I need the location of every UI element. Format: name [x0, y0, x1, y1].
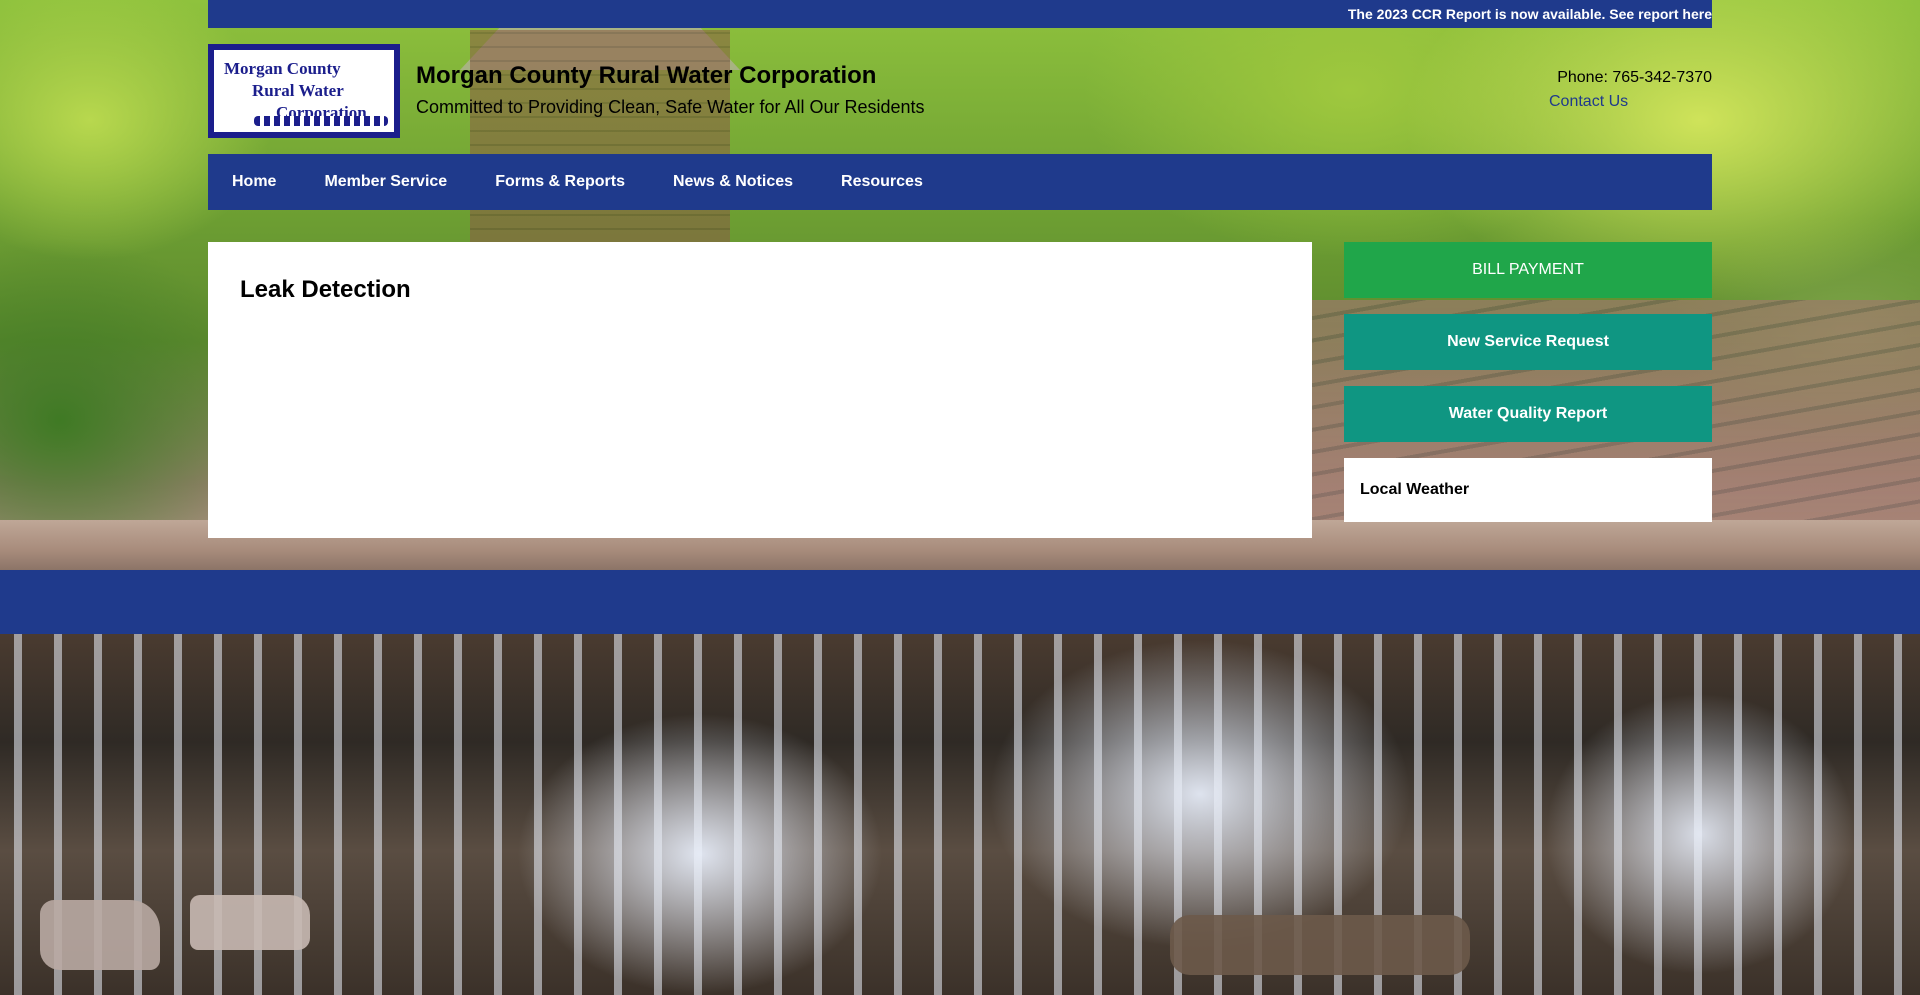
contact-us-link[interactable]: Contact Us — [1549, 93, 1628, 111]
logo-panel: Morgan County Rural Water Corporation — [214, 50, 394, 132]
nav-item-home[interactable]: Home — [232, 173, 276, 191]
site-title: Morgan County Rural Water Corporation — [416, 62, 877, 89]
phone-number: Phone: 765-342-7370 — [1557, 69, 1712, 86]
site-logo[interactable]: Morgan County Rural Water Corporation — [208, 44, 400, 138]
background-rock — [40, 900, 160, 970]
main-nav: Home Member Service Forms & Reports News… — [208, 154, 1712, 210]
sidebar: BILL PAYMENT New Service Request Water Q… — [1344, 242, 1712, 522]
new-service-request-button[interactable]: New Service Request — [1344, 314, 1712, 370]
announcement-link[interactable]: The 2023 CCR Report is now available. Se… — [1348, 6, 1712, 22]
water-quality-report-button[interactable]: Water Quality Report — [1344, 386, 1712, 442]
weather-title: Local Weather — [1360, 481, 1470, 498]
announcement-bar: The 2023 CCR Report is now available. Se… — [208, 0, 1712, 28]
footer-band — [0, 570, 1920, 634]
local-weather-widget: Local Weather — [1344, 458, 1712, 522]
main-content-card: Leak Detection — [208, 242, 1312, 538]
background-rock — [1170, 915, 1470, 975]
background-rock — [190, 895, 310, 950]
bill-payment-button[interactable]: BILL PAYMENT — [1344, 242, 1712, 298]
nav-item-resources[interactable]: Resources — [841, 173, 923, 191]
nav-item-news-notices[interactable]: News & Notices — [673, 173, 793, 191]
logo-line-1: Morgan County — [224, 59, 341, 78]
page-title: Leak Detection — [240, 276, 411, 303]
logo-line-2: Rural Water — [252, 81, 344, 100]
nav-item-forms-reports[interactable]: Forms & Reports — [495, 173, 625, 191]
site-tagline: Committed to Providing Clean, Safe Water… — [416, 97, 925, 117]
nav-item-member-service[interactable]: Member Service — [324, 173, 447, 191]
logo-waves-icon — [254, 116, 388, 126]
